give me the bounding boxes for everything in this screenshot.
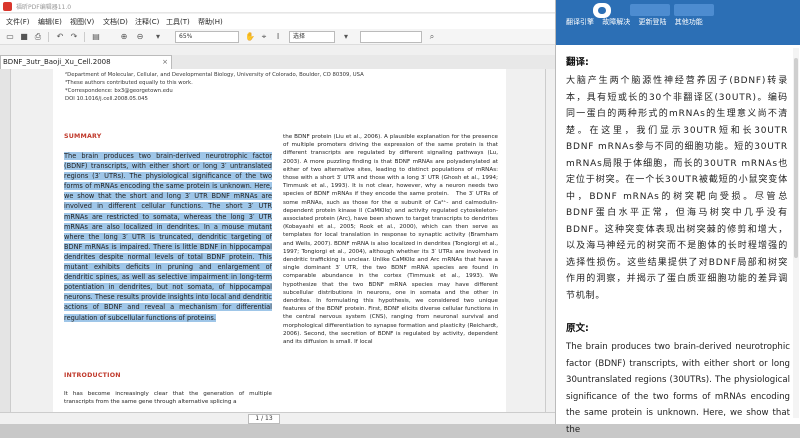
zoom-in-icon[interactable]: ⊕ xyxy=(118,31,130,43)
print-icon[interactable]: ⎙ xyxy=(32,31,44,43)
cloud-logo-icon xyxy=(593,3,611,18)
tab-bar: BDNF_3utr_Baoji_Xu_Cell.2008 × xyxy=(0,55,555,69)
save-icon[interactable]: ■ xyxy=(18,31,30,43)
panel-menu-item[interactable]: 更新登陆 xyxy=(638,18,666,26)
page-number-field[interactable]: 1 / 13 xyxy=(248,414,280,424)
zoom-menu-icon[interactable]: ▾ xyxy=(152,31,164,43)
panel-action-button[interactable] xyxy=(630,4,670,16)
close-icon[interactable]: × xyxy=(162,56,168,69)
page-view-icon[interactable]: ▤ xyxy=(90,31,102,43)
menu-view[interactable]: 视图(V) xyxy=(70,17,94,27)
translation-panel: 翻译引擎 故障解决 更新登陆 其他功能 翻译: 大脑产生两个脑源性神经营养因子(… xyxy=(555,0,800,435)
vertical-scrollbar[interactable] xyxy=(545,69,555,412)
column-two-text: the BDNF protein (Liu et al., 2006). A p… xyxy=(283,134,498,346)
status-bar: 1 / 13 xyxy=(0,412,555,424)
zoom-out-icon[interactable]: ⊖ xyxy=(134,31,146,43)
affiliation-line: ²Department of Molecular, Cellular, and … xyxy=(65,72,364,78)
menu-document[interactable]: 文档(D) xyxy=(103,17,128,27)
panel-menu: 翻译引擎 故障解决 更新登陆 其他功能 xyxy=(566,17,709,27)
scrollbar-thumb[interactable] xyxy=(794,58,798,258)
panel-action-button[interactable] xyxy=(674,4,714,16)
chevron-down-icon[interactable]: ▾ xyxy=(340,31,352,43)
affiliation-line: ³These authors contributed equally to th… xyxy=(65,80,193,86)
menu-tools[interactable]: 工具(T) xyxy=(166,17,190,27)
introduction-heading: INTRODUCTION xyxy=(64,372,121,379)
undo-icon[interactable]: ↶ xyxy=(54,31,66,43)
toolbar-divider xyxy=(48,32,49,42)
app-logo-icon xyxy=(3,2,12,11)
summary-text[interactable]: The brain produces two brain-derived neu… xyxy=(64,151,272,323)
menu-edit[interactable]: 编辑(E) xyxy=(38,17,62,27)
redo-icon[interactable]: ↷ xyxy=(68,31,80,43)
select-icon[interactable]: ⌖ xyxy=(258,31,270,43)
intro-text: It has become increasingly clear that th… xyxy=(64,391,272,406)
title-bar: 福昕PDF编辑器11.0 xyxy=(0,0,555,13)
search-input[interactable] xyxy=(360,31,422,43)
panel-menu-item[interactable]: 故障解决 xyxy=(602,18,630,26)
panel-menu-item[interactable]: 翻译引擎 xyxy=(566,18,594,26)
panel-menu-item[interactable]: 其他功能 xyxy=(675,18,703,26)
original-heading: 原文: xyxy=(566,323,589,334)
document-tab-label: BDNF_3utr_Baoji_Xu_Cell.2008 xyxy=(3,58,111,66)
translation-panel-header: 翻译引擎 故障解决 更新登陆 其他功能 xyxy=(556,0,800,45)
zoom-field[interactable]: 65% xyxy=(175,31,239,43)
pdf-page: ²Department of Molecular, Cellular, and … xyxy=(53,69,506,412)
text-select-icon[interactable]: I xyxy=(272,31,284,43)
menu-file[interactable]: 文件(F) xyxy=(6,17,30,27)
panel-scrollbar[interactable] xyxy=(793,48,799,418)
highlighted-selection: The brain produces two brain-derived neu… xyxy=(64,152,272,322)
open-icon[interactable]: ▭ xyxy=(4,31,16,43)
selection-mode-dropdown[interactable]: 选择 xyxy=(289,31,335,43)
toolbar-divider xyxy=(84,32,85,42)
affiliation-line: *Correspondence: bx3@georgetown.edu xyxy=(65,88,173,94)
original-text: The brain produces two brain-derived neu… xyxy=(566,342,790,435)
menu-help[interactable]: 帮助(H) xyxy=(198,17,223,27)
left-navigation-panel[interactable] xyxy=(0,69,11,412)
menu-bar: 文件(F) 编辑(E) 视图(V) 文档(D) 注释(C) 工具(T) 帮助(H… xyxy=(0,14,555,29)
toolbar: ▭ ■ ⎙ ↶ ↷ ▤ ⊕ ⊖ ▾ 65% ✋ ⌖ I 选择 ▾ ⌕ xyxy=(0,29,555,45)
doi-line: DOI 10.1016/j.cell.2008.05.045 xyxy=(65,96,148,102)
hand-icon[interactable]: ✋ xyxy=(244,31,256,43)
menu-comment[interactable]: 注释(C) xyxy=(135,17,159,27)
document-tab[interactable]: BDNF_3utr_Baoji_Xu_Cell.2008 × xyxy=(0,55,172,69)
pdf-editor-window: 福昕PDF编辑器11.0 文件(F) 编辑(E) 视图(V) 文档(D) 注释(… xyxy=(0,0,555,424)
search-icon[interactable]: ⌕ xyxy=(426,31,438,43)
summary-heading: SUMMARY xyxy=(64,133,102,140)
translation-text: 大脑产生两个脑源性神经营养因子(BDNF)转录本，具有短或长的30个非翻译区(3… xyxy=(566,76,788,301)
translation-heading: 翻译: xyxy=(566,57,589,68)
window-title: 福昕PDF编辑器11.0 xyxy=(16,4,72,11)
